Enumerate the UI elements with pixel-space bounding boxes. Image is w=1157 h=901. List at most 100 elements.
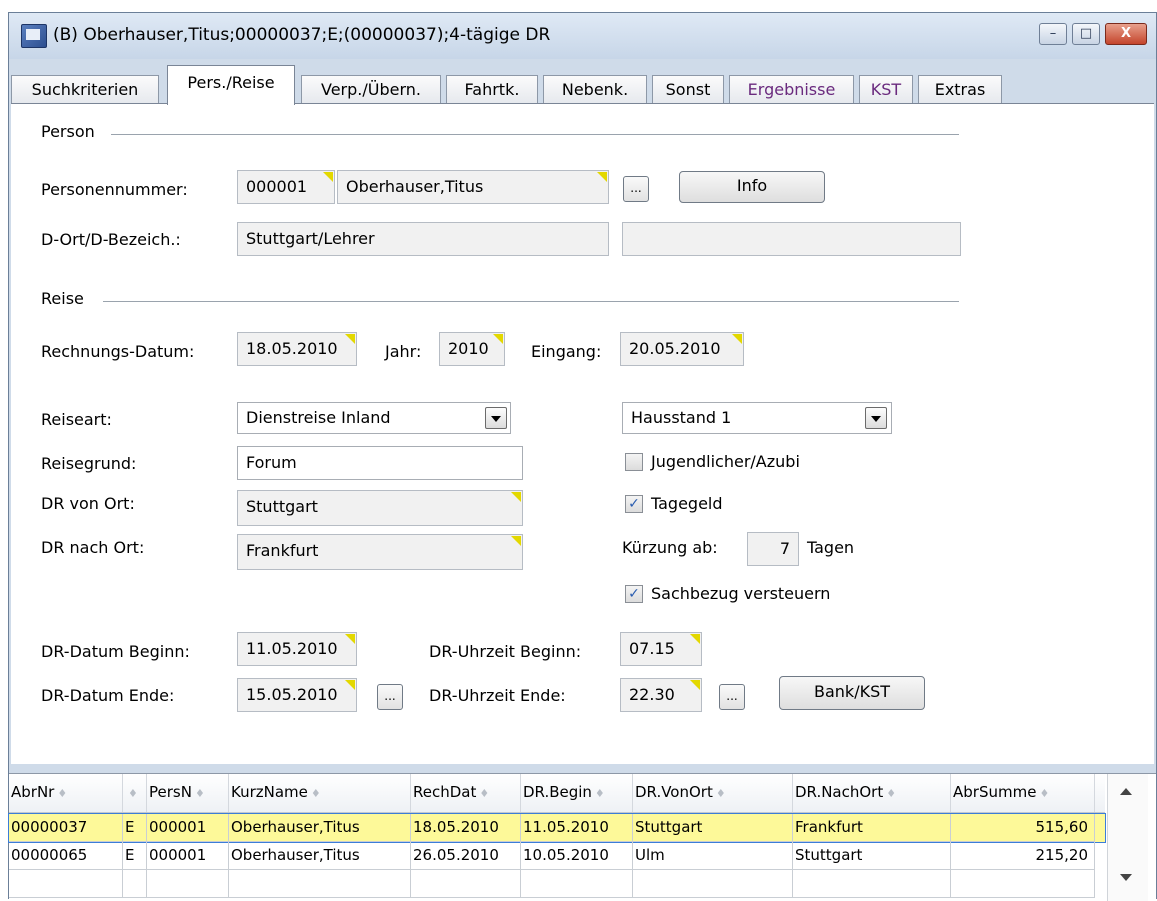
cell-rechdat: 26.05.2010 bbox=[411, 842, 521, 870]
tab-kst[interactable]: KST bbox=[859, 75, 913, 103]
cell-abrsumme: 215,20 bbox=[951, 842, 1095, 870]
col-header-abrsumme[interactable]: AbrSumme ♦ bbox=[951, 774, 1095, 812]
chevron-down-icon[interactable] bbox=[865, 407, 887, 429]
jugendlicher-label: Jugendlicher/Azubi bbox=[651, 452, 800, 471]
eingang-field[interactable]: 20.05.2010 bbox=[620, 332, 744, 366]
datum-ende-label: DR-Datum Ende: bbox=[41, 686, 175, 705]
tab-sonst[interactable]: Sonst bbox=[652, 75, 724, 103]
uhrzeit-beginn-field[interactable]: 07.15 bbox=[620, 632, 702, 666]
tab-suchkriterien[interactable]: Suchkriterien bbox=[11, 75, 159, 103]
reisegrund-input[interactable]: Forum bbox=[237, 446, 523, 480]
rechnungsdatum-field[interactable]: 18.05.2010 bbox=[237, 332, 357, 366]
maximize-button[interactable]: □ bbox=[1072, 23, 1100, 45]
col-header-type[interactable]: ♦ bbox=[123, 774, 147, 812]
jahr-label: Jahr: bbox=[385, 342, 422, 361]
von-ort-label: DR von Ort: bbox=[41, 494, 135, 513]
cell-drbegin: 10.05.2010 bbox=[521, 842, 633, 870]
chevron-down-icon[interactable] bbox=[485, 407, 507, 429]
vertical-scrollbar[interactable] bbox=[1107, 774, 1148, 901]
scroll-up-icon[interactable] bbox=[1120, 788, 1132, 795]
title-bar[interactable]: (B) Oberhauser,Titus;00000037;E;(0000003… bbox=[9, 13, 1156, 59]
sort-icon: ♦ bbox=[715, 787, 726, 800]
table-row[interactable]: 00000065 E 000001 Oberhauser,Titus 26.05… bbox=[9, 842, 1105, 870]
tab-bar: Suchkriterien Pers./Reise Verp./Übern. F… bbox=[9, 61, 1156, 105]
uhrzeit-beginn-label: DR-Uhrzeit Beginn: bbox=[429, 642, 582, 661]
cell-type: E bbox=[123, 814, 147, 842]
tab-pers-reise[interactable]: Pers./Reise bbox=[167, 65, 295, 105]
col-header-drnachort[interactable]: DR.NachOrt ♦ bbox=[793, 774, 951, 812]
info-button[interactable]: Info bbox=[679, 171, 825, 203]
sort-icon: ♦ bbox=[57, 787, 68, 800]
col-header-rechdat[interactable]: RechDat ♦ bbox=[411, 774, 521, 812]
reiseart-select[interactable]: Dienstreise Inland bbox=[237, 402, 511, 434]
tab-ergebnisse[interactable]: Ergebnisse bbox=[729, 75, 854, 103]
kuerzung-field[interactable]: 7 bbox=[747, 532, 799, 566]
datum-beginn-field[interactable]: 11.05.2010 bbox=[237, 632, 357, 666]
sachbezug-label: Sachbezug versteuern bbox=[651, 584, 831, 603]
datum-ende-field[interactable]: 15.05.2010 bbox=[237, 678, 357, 712]
jugendlicher-checkbox[interactable] bbox=[625, 453, 643, 471]
reisegrund-label: Reisegrund: bbox=[41, 454, 137, 473]
cell-kurzname bbox=[229, 870, 411, 898]
sachbezug-checkbox[interactable]: ✓ bbox=[625, 585, 643, 603]
tab-fahrtk[interactable]: Fahrtk. bbox=[446, 75, 538, 103]
sort-icon: ♦ bbox=[886, 787, 897, 800]
sort-icon: ♦ bbox=[310, 787, 321, 800]
cell-drnachort bbox=[793, 870, 951, 898]
cell-abrnr: 00000065 bbox=[9, 842, 123, 870]
table-row[interactable] bbox=[9, 870, 1105, 898]
cell-kurzname: Oberhauser,Titus bbox=[229, 814, 411, 842]
window-title: (B) Oberhauser,Titus;00000037;E;(0000003… bbox=[53, 25, 551, 45]
cell-drbegin: 11.05.2010 bbox=[521, 814, 633, 842]
section-divider bbox=[103, 301, 959, 302]
cell-drbegin bbox=[521, 870, 633, 898]
uhrzeit-ende-field[interactable]: 22.30 bbox=[620, 678, 702, 712]
cell-drnachort: Frankfurt bbox=[793, 814, 951, 842]
tab-nebenk[interactable]: Nebenk. bbox=[543, 75, 647, 103]
col-header-drbegin[interactable]: DR.Begin ♦ bbox=[521, 774, 633, 812]
cell-persn: 000001 bbox=[147, 814, 229, 842]
minimize-button[interactable]: – bbox=[1039, 23, 1067, 45]
reiseart-label: Reiseart: bbox=[41, 410, 112, 429]
col-header-abrnr[interactable]: AbrNr ♦ bbox=[9, 774, 123, 812]
personennummer-field[interactable]: 000001 bbox=[237, 170, 335, 204]
dbezeich-field bbox=[622, 222, 961, 256]
table-header: AbrNr ♦ ♦ PersN ♦ KurzName ♦ RechDat ♦ DR.Be… bbox=[9, 774, 1105, 813]
table-row[interactable]: 00000037 E 000001 Oberhauser,Titus 18.05… bbox=[8, 813, 1106, 843]
cell-kurzname: Oberhauser,Titus bbox=[229, 842, 411, 870]
bank-kst-button[interactable]: Bank/KST bbox=[779, 676, 925, 710]
col-header-drvonort[interactable]: DR.VonOrt ♦ bbox=[633, 774, 793, 812]
scroll-down-icon[interactable] bbox=[1120, 874, 1132, 881]
cell-abrnr bbox=[9, 870, 123, 898]
col-header-persn[interactable]: PersN ♦ bbox=[147, 774, 229, 812]
tab-extras[interactable]: Extras bbox=[918, 75, 1002, 103]
dort-label: D-Ort/D-Bezeich.: bbox=[41, 230, 181, 249]
datum-browse-button[interactable]: ... bbox=[377, 684, 403, 710]
tab-panel-pers-reise: Person Personennummer: 000001 Oberhauser… bbox=[11, 103, 1154, 764]
tab-verp-uebern[interactable]: Verp./Übern. bbox=[301, 75, 441, 103]
cell-drvonort bbox=[633, 870, 793, 898]
cell-abrsumme bbox=[951, 870, 1095, 898]
cell-rechdat bbox=[411, 870, 521, 898]
hausstand-select[interactable]: Hausstand 1 bbox=[622, 402, 892, 434]
sort-icon: ♦ bbox=[1039, 787, 1050, 800]
nach-ort-field[interactable]: Frankfurt bbox=[237, 534, 523, 570]
person-name-field[interactable]: Oberhauser,Titus bbox=[337, 170, 609, 204]
rechnungsdatum-label: Rechnungs-Datum: bbox=[41, 342, 195, 361]
tagegeld-checkbox[interactable]: ✓ bbox=[625, 495, 643, 513]
cell-type: E bbox=[123, 842, 147, 870]
cell-persn bbox=[147, 870, 229, 898]
von-ort-field[interactable]: Stuttgart bbox=[237, 490, 523, 526]
close-button[interactable]: X bbox=[1105, 23, 1147, 45]
app-icon bbox=[21, 24, 47, 48]
jahr-field[interactable]: 2010 bbox=[439, 332, 505, 366]
uhrzeit-browse-button[interactable]: ... bbox=[719, 684, 745, 710]
personennummer-label: Personennummer: bbox=[41, 180, 188, 199]
cell-persn: 000001 bbox=[147, 842, 229, 870]
sort-icon: ♦ bbox=[594, 787, 605, 800]
nach-ort-label: DR nach Ort: bbox=[41, 538, 145, 557]
col-header-kurzname[interactable]: KurzName ♦ bbox=[229, 774, 411, 812]
person-browse-button[interactable]: ... bbox=[623, 176, 649, 202]
cell-drvonort: Stuttgart bbox=[633, 814, 793, 842]
section-person-label: Person bbox=[41, 122, 101, 141]
